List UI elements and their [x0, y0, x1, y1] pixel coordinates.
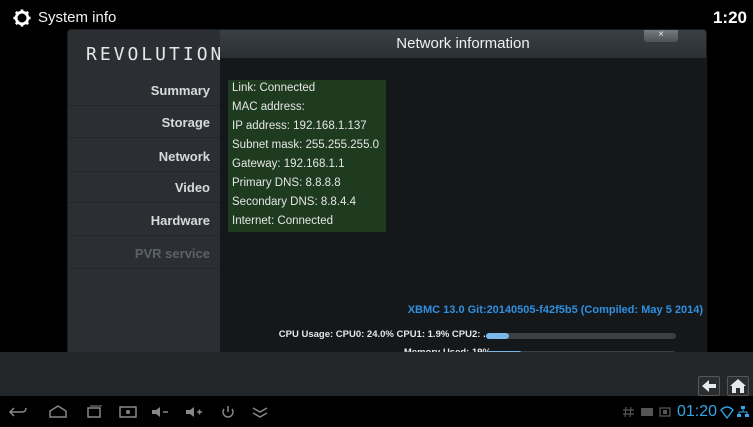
- bottom-shelf: [0, 352, 753, 396]
- home-icon: [730, 379, 746, 393]
- settings-gear-icon: [13, 9, 31, 27]
- panel-header: Network information: [220, 30, 706, 58]
- sidebar-item-storage[interactable]: Storage: [68, 107, 220, 138]
- close-button[interactable]: ×: [644, 30, 678, 42]
- power-icon[interactable]: [218, 405, 238, 419]
- notification-media-icon: [659, 407, 671, 417]
- info-ip: IP address: 192.168.1.137: [232, 120, 367, 132]
- info-internet: Internet: Connected: [232, 215, 334, 227]
- volume-up-icon[interactable]: [184, 405, 204, 419]
- android-home-icon[interactable]: [48, 405, 68, 419]
- status-time: 01:20: [676, 403, 717, 420]
- android-back-icon[interactable]: [8, 405, 28, 419]
- android-recent-apps-icon[interactable]: [84, 405, 104, 419]
- info-mac: MAC address:: [232, 101, 305, 113]
- sidebar-item-network[interactable]: Network: [68, 141, 220, 172]
- sidebar: REVOLUTION Summary Storage Network Video…: [68, 30, 221, 372]
- skin-logo: REVOLUTION: [86, 44, 225, 65]
- notification-mail-icon: [641, 408, 653, 416]
- back-button[interactable]: [698, 376, 720, 396]
- system-info-dialog: REVOLUTION Summary Storage Network Video…: [68, 30, 706, 372]
- android-system-bar: 01:20: [0, 397, 753, 427]
- sidebar-item-pvr-service: PVR service: [68, 238, 220, 269]
- info-secondary-dns: Secondary DNS: 8.8.4.4: [232, 196, 357, 208]
- notification-hash-icon: [623, 406, 634, 418]
- info-primary-dns: Primary DNS: 8.8.8.8: [232, 177, 341, 189]
- info-link: Link: Connected: [232, 82, 316, 94]
- content-panel: Network information Link: Connected MAC …: [220, 30, 706, 372]
- hide-bar-chevron-icon[interactable]: [250, 405, 270, 419]
- sidebar-item-hardware[interactable]: Hardware: [68, 205, 220, 236]
- top-clock: 1:20: [712, 8, 747, 27]
- cpu-usage-label: CPU Usage: CPU0: 24.0% CPU1: 1.9% CPU2: …: [278, 329, 491, 340]
- screenshot-icon[interactable]: [118, 405, 138, 419]
- ethernet-icon: [737, 406, 749, 417]
- info-subnet: Subnet mask: 255.255.255.0: [232, 139, 380, 151]
- sidebar-item-summary[interactable]: Summary: [68, 75, 220, 106]
- info-gateway: Gateway: 192.168.1.1: [232, 158, 345, 170]
- volume-down-icon[interactable]: [150, 405, 170, 419]
- cpu-usage-bar-fill: [486, 333, 509, 339]
- cpu-usage-bar: [486, 333, 676, 339]
- version-info: XBMC 13.0 Git:20140505-f42f5b5 (Compiled…: [407, 304, 703, 316]
- back-arrow-icon: [702, 380, 716, 392]
- network-info-box: Link: Connected MAC address: IP address:…: [228, 80, 386, 232]
- window-title: System info: [38, 9, 117, 26]
- home-button[interactable]: [727, 376, 749, 396]
- wifi-icon: [720, 406, 734, 419]
- sidebar-item-video[interactable]: Video: [68, 172, 220, 203]
